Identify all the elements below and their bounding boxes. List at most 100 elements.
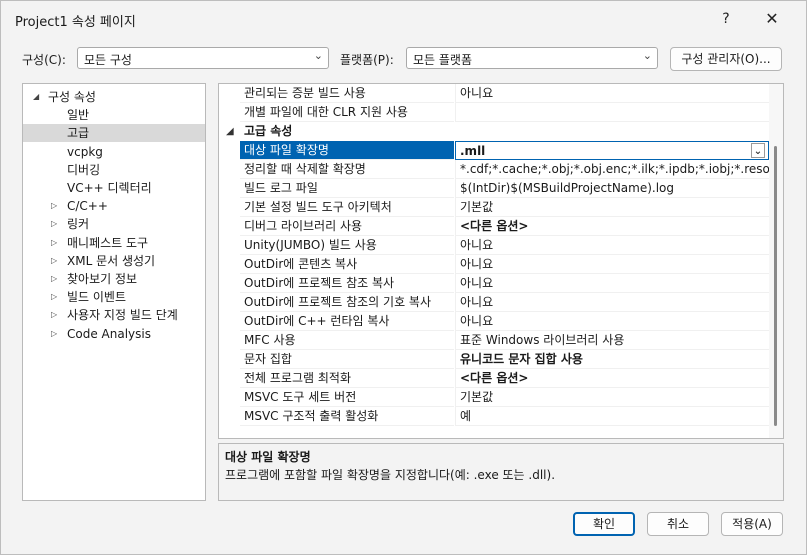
property-value-text: 기본값 (460, 200, 494, 214)
platform-dropdown[interactable]: 모든 플랫폼 ⌄ (406, 47, 658, 69)
close-button[interactable]: ✕ (755, 5, 789, 33)
property-value[interactable]: .mll ⌄ (455, 141, 769, 160)
property-value[interactable]: 표준 Windows 라이브러리 사용 (455, 331, 769, 350)
chevron-down-icon: ⌄ (642, 49, 652, 62)
property-value-text: $(IntDir)$(MSBuildProjectName).log (460, 181, 675, 195)
ok-button[interactable]: 확인 (573, 512, 635, 536)
property-value-text: 유니코드 문자 집합 사용 (460, 352, 583, 366)
chevron-down-icon: ⌄ (313, 49, 323, 62)
property-row[interactable]: 디버그 라이브러리 사용 <다른 옵션> (219, 217, 769, 236)
property-row[interactable]: 전체 프로그램 최적화 <다른 옵션> (219, 369, 769, 388)
tree-item[interactable]: ▷ 매니페스트 도구 (23, 234, 205, 252)
vertical-scrollbar[interactable] (769, 84, 783, 438)
property-value[interactable]: 유니코드 문자 집합 사용 (455, 350, 769, 369)
triangle-right-icon[interactable]: ▷ (51, 306, 57, 324)
triangle-down-icon[interactable]: ◢ (33, 88, 39, 106)
tree-item[interactable]: ▷ 빌드 이벤트 (23, 288, 205, 306)
tree-item[interactable]: 고급 (23, 124, 205, 143)
description-title: 대상 파일 확장명 (225, 450, 311, 464)
triangle-right-icon[interactable]: ▷ (51, 215, 57, 233)
property-row[interactable]: 대상 파일 확장명 .mll ⌄ (219, 141, 769, 160)
property-name: MSVC 구조적 출력 활성화 (240, 407, 454, 426)
property-name: OutDir에 C++ 런타임 복사 (240, 312, 454, 331)
property-name: 개별 파일에 대한 CLR 지원 사용 (240, 103, 454, 122)
property-value[interactable]: <다른 옵션> (455, 369, 769, 388)
property-row[interactable]: MSVC 도구 세트 버전 기본값 (219, 388, 769, 407)
tree-item[interactable]: ▷ 링커 (23, 215, 205, 233)
property-name: 빌드 로그 파일 (240, 179, 454, 198)
property-grid[interactable]: MSVC 구조적 출력 활성화 예 MSVC 도구 세트 버전 기본값 전체 프로그램 … (218, 83, 784, 439)
property-row[interactable]: 개별 파일에 대한 CLR 지원 사용 (219, 103, 769, 122)
property-tree[interactable]: ◢ 구성 속성 일반 고급 vcpkg 디버깅 VC++ 디렉터리 ▷ C/C++ ▷ 링커 ▷ 매니페… (22, 83, 206, 501)
property-row[interactable]: OutDir에 C++ 런타임 복사 아니요 (219, 312, 769, 331)
tree-item-label: 일반 (67, 108, 90, 123)
property-name: 문자 집합 (240, 350, 454, 369)
property-name: 대상 파일 확장명 (240, 141, 454, 160)
tree-item-label: 링커 (67, 217, 90, 232)
tree-item[interactable]: ▷ C/C++ (23, 197, 205, 215)
property-row[interactable]: 관리되는 증분 빌드 사용 아니요 (219, 84, 769, 103)
property-row[interactable]: 문자 집합 유니코드 문자 집합 사용 (219, 350, 769, 369)
property-row[interactable]: 기본 설정 빌드 도구 아키텍처 기본값 (219, 198, 769, 217)
property-value-text: 아니요 (460, 314, 494, 328)
property-name: OutDir에 콘텐츠 복사 (240, 255, 454, 274)
property-value[interactable]: 기본값 (455, 388, 769, 407)
help-button[interactable]: ? (709, 5, 743, 33)
property-row[interactable]: 빌드 로그 파일 $(IntDir)$(MSBuildProjectName).l… (219, 179, 769, 198)
property-value[interactable]: *.cdf;*.cache;*.obj;*.obj.enc;*.ilk;*.ip… (455, 160, 769, 179)
property-value[interactable]: 예 (455, 407, 769, 426)
tree-item[interactable]: ▷ XML 문서 생성기 (23, 252, 205, 270)
configuration-dropdown[interactable]: 모든 구성 ⌄ (77, 47, 329, 69)
property-row[interactable]: OutDir에 프로젝트 참조 복사 아니요 (219, 274, 769, 293)
property-value[interactable]: 기본값 (455, 198, 769, 217)
property-value[interactable]: 아니요 (455, 255, 769, 274)
property-value-text: 기본값 (460, 390, 494, 404)
tree-item[interactable]: 디버깅 (23, 161, 205, 179)
property-row[interactable]: Unity(JUMBO) 빌드 사용 아니요 (219, 236, 769, 255)
tree-item[interactable]: VC++ 디렉터리 (23, 179, 205, 197)
tree-item-label: 매니페스트 도구 (67, 235, 149, 250)
property-row[interactable]: OutDir에 콘텐츠 복사 아니요 (219, 255, 769, 274)
property-value[interactable]: <다른 옵션> (455, 217, 769, 236)
chevron-down-icon[interactable]: ⌄ (751, 143, 765, 158)
property-value[interactable]: 아니요 (455, 312, 769, 331)
property-value[interactable]: $(IntDir)$(MSBuildProjectName).log (455, 179, 769, 198)
triangle-right-icon[interactable]: ▷ (51, 234, 57, 252)
triangle-right-icon[interactable]: ▷ (51, 270, 57, 288)
tree-item[interactable]: 일반 (23, 106, 205, 124)
tree-item[interactable]: vcpkg (23, 143, 205, 161)
property-value[interactable]: 아니요 (455, 84, 769, 103)
configuration-bar: 구성(C): 모든 구성 ⌄ 플랫폼(P): 모든 플랫폼 ⌄ 구성 관리자(O… (1, 47, 806, 71)
apply-button[interactable]: 적용(A) (721, 512, 783, 536)
triangle-right-icon[interactable]: ▷ (51, 325, 57, 343)
configuration-manager-button[interactable]: 구성 관리자(O)... (670, 47, 782, 71)
triangle-right-icon[interactable]: ▷ (51, 288, 57, 306)
tree-item[interactable]: ▷ 사용자 지정 빌드 단계 (23, 306, 205, 324)
property-row[interactable]: MSVC 구조적 출력 활성화 예 (219, 407, 769, 426)
property-name: MSVC 도구 세트 버전 (240, 388, 454, 407)
property-value[interactable]: 아니요 (455, 293, 769, 312)
property-value[interactable]: 아니요 (455, 274, 769, 293)
triangle-right-icon[interactable]: ▷ (51, 252, 57, 270)
property-name: 정리할 때 삭제할 확장명 (240, 160, 454, 179)
property-row[interactable]: OutDir에 프로젝트 참조의 기호 복사 아니요 (219, 293, 769, 312)
property-value[interactable] (455, 103, 769, 122)
property-row[interactable]: MFC 사용 표준 Windows 라이브러리 사용 (219, 331, 769, 350)
property-name: OutDir에 프로젝트 참조의 기호 복사 (240, 293, 454, 312)
triangle-down-icon[interactable]: ◢ (226, 122, 234, 141)
tree-item[interactable]: ▷ Code Analysis (23, 325, 205, 343)
property-value[interactable]: 아니요 (455, 236, 769, 255)
tree-item-label: C/C++ (67, 199, 108, 214)
triangle-right-icon[interactable]: ▷ (51, 197, 57, 215)
tree-item-label: 고급 (67, 126, 90, 141)
cancel-button[interactable]: 취소 (647, 512, 709, 536)
scrollbar-thumb[interactable] (774, 146, 777, 426)
category-header[interactable]: ◢ 고급 속성 (219, 122, 769, 141)
property-value-text: 아니요 (460, 276, 494, 290)
tree-item[interactable]: ▷ 찾아보기 정보 (23, 270, 205, 288)
platform-label: 플랫폼(P): (340, 53, 394, 67)
property-row[interactable]: 정리할 때 삭제할 확장명 *.cdf;*.cache;*.obj;*.obj.e… (219, 160, 769, 179)
tree-item[interactable]: ◢ 구성 속성 (23, 88, 205, 106)
property-name: 관리되는 증분 빌드 사용 (240, 84, 454, 103)
configuration-label: 구성(C): (22, 53, 66, 67)
